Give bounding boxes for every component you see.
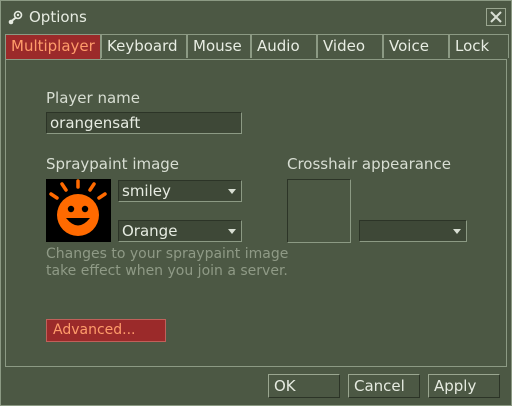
title-bar[interactable]: Options — [1, 1, 511, 33]
tab-audio[interactable]: Audio — [251, 34, 317, 58]
chevron-down-icon — [228, 229, 236, 234]
tab-keyboard[interactable]: Keyboard — [101, 34, 187, 58]
spray-color-select[interactable]: Orange — [118, 220, 242, 242]
crosshair-select[interactable] — [359, 220, 467, 242]
player-name-label: Player name — [46, 89, 140, 107]
tab-bar: Multiplayer Keyboard Mouse Audio Video V… — [5, 34, 509, 60]
advanced-button[interactable]: Advanced... — [46, 319, 166, 342]
spray-preview — [46, 179, 111, 242]
apply-button[interactable]: Apply — [428, 374, 500, 398]
tab-video[interactable]: Video — [317, 34, 383, 58]
ok-button[interactable]: OK — [268, 374, 340, 398]
spray-image-select[interactable]: smiley — [118, 180, 242, 202]
chevron-down-icon — [228, 189, 236, 194]
tab-multiplayer[interactable]: Multiplayer — [5, 34, 101, 60]
smiley-icon — [49, 179, 107, 236]
chevron-down-icon — [453, 229, 461, 234]
close-button[interactable] — [486, 8, 506, 26]
options-dialog: Options Multiplayer Keyboard Mouse Audio… — [0, 0, 512, 406]
tab-voice[interactable]: Voice — [383, 34, 449, 58]
tab-mouse[interactable]: Mouse — [187, 34, 251, 58]
spray-image-value: smiley — [122, 182, 171, 200]
close-icon — [490, 11, 502, 23]
player-name-input[interactable]: orangensaft — [46, 112, 242, 134]
spray-hint-text: Changes to your spraypaint image take ef… — [46, 246, 289, 279]
spray-color-value: Orange — [122, 222, 178, 240]
steam-icon — [7, 10, 23, 26]
spraypaint-label: Spraypaint image — [46, 155, 180, 173]
cancel-button[interactable]: Cancel — [348, 374, 420, 398]
window-title: Options — [29, 8, 87, 26]
crosshair-label: Crosshair appearance — [287, 155, 451, 173]
tab-lock[interactable]: Lock — [449, 34, 509, 58]
crosshair-preview — [287, 179, 351, 243]
